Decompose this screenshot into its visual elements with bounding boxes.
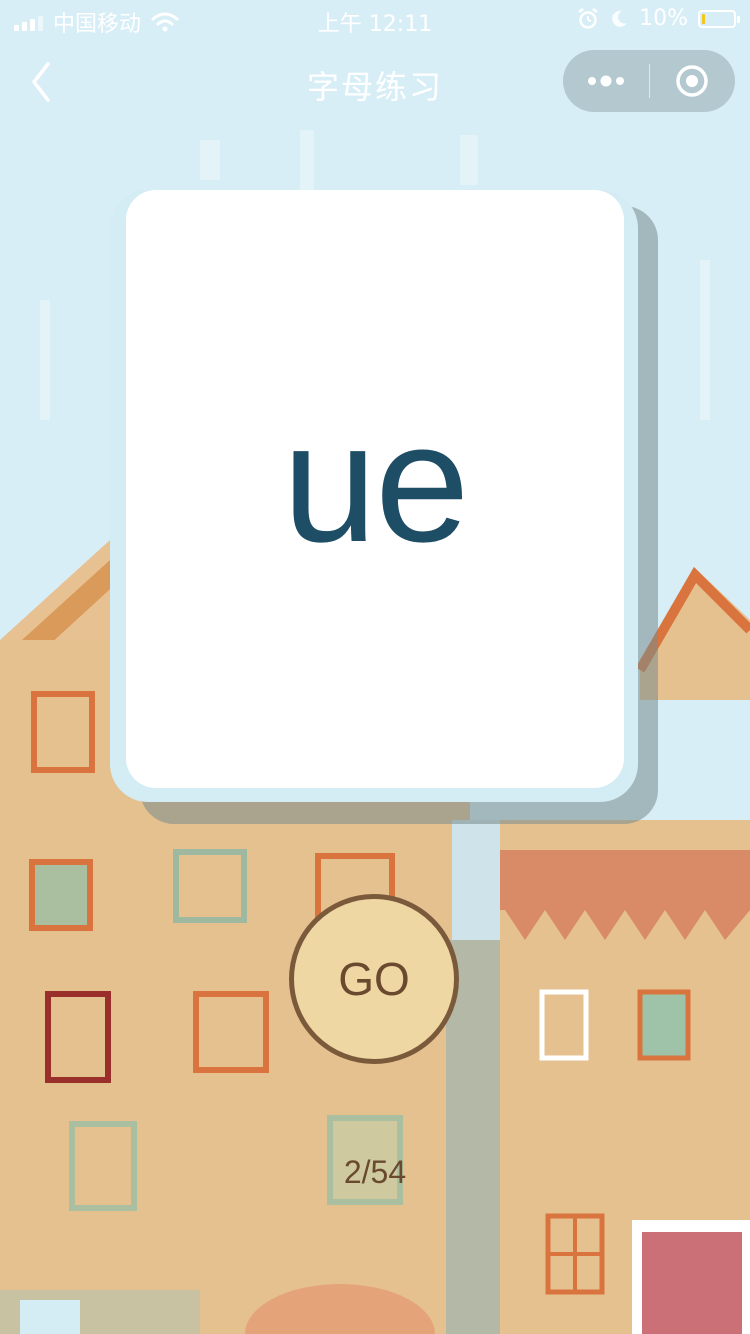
target-icon — [676, 65, 708, 97]
go-button[interactable]: GO — [289, 894, 459, 1064]
battery-icon — [698, 9, 740, 28]
navigation-bar: 字母练习 — [0, 44, 750, 120]
progress-counter: 2/54 — [343, 1154, 407, 1190]
battery-level — [702, 13, 705, 24]
miniprogram-capsule — [563, 50, 735, 112]
battery-percent: 10% — [639, 6, 688, 31]
status-bar: 中国移动 上午 12:11 10% — [0, 0, 750, 40]
alarm-icon — [578, 7, 598, 29]
status-right: 10% — [577, 6, 740, 31]
more-button[interactable] — [563, 50, 649, 112]
go-button-label: GO — [338, 953, 410, 1005]
moon-icon — [612, 10, 628, 27]
letter-card[interactable]: ue — [126, 190, 624, 788]
letter-text: ue — [282, 388, 469, 578]
close-miniprogram-button[interactable] — [650, 50, 736, 112]
more-dots-icon — [587, 75, 624, 87]
